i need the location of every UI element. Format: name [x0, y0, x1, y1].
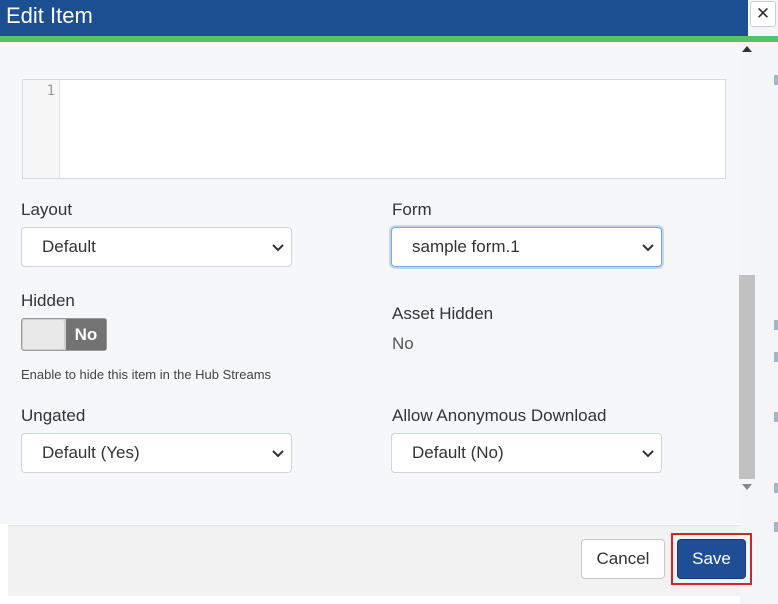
form-label: Form — [392, 200, 432, 219]
chevron-down-icon — [641, 445, 655, 459]
background-fragment — [774, 522, 778, 532]
background-fragment — [774, 352, 778, 362]
scroll-up-arrow-icon[interactable] — [742, 46, 752, 52]
save-button[interactable]: Save — [677, 539, 746, 579]
chevron-down-icon — [271, 445, 285, 459]
close-button[interactable]: ✕ — [750, 1, 776, 27]
hidden-label: Hidden — [21, 291, 75, 310]
hidden-toggle[interactable]: No — [21, 318, 107, 351]
line-number: 1 — [46, 83, 55, 99]
ungated-select[interactable]: Default (Yes) — [21, 433, 292, 473]
layout-label: Layout — [21, 200, 73, 219]
ungated-label: Ungated — [21, 406, 86, 425]
asset-hidden-label: Asset Hidden — [392, 304, 494, 323]
dialog-title: Edit Item — [6, 3, 93, 28]
background-fragment — [774, 320, 778, 330]
dialog-header: Edit Item — [0, 0, 748, 36]
chevron-down-icon — [641, 239, 655, 253]
editor-gutter: 1 — [23, 80, 60, 178]
cancel-button[interactable]: Cancel — [581, 539, 665, 579]
dialog-body: 1 Layout Default Form sample form.1 Hidd… — [0, 42, 740, 524]
scroll-down-arrow-icon[interactable] — [742, 484, 752, 490]
toggle-state-label: No — [66, 319, 106, 350]
background-fragment — [774, 412, 778, 422]
anonymous-download-select-value: Default (No) — [412, 443, 504, 462]
code-editor[interactable]: 1 — [22, 79, 726, 179]
ungated-select-value: Default (Yes) — [42, 443, 140, 462]
form-select[interactable]: sample form.1 — [391, 227, 662, 267]
layout-select-value: Default — [42, 237, 96, 256]
scrollbar-thumb[interactable] — [739, 275, 755, 479]
background-fragment — [774, 75, 778, 85]
close-icon: ✕ — [755, 4, 771, 23]
chevron-down-icon — [271, 239, 285, 253]
anonymous-download-select[interactable]: Default (No) — [391, 433, 662, 473]
anonymous-download-label: Allow Anonymous Download — [392, 406, 607, 425]
dialog-scrollbar[interactable] — [738, 42, 756, 500]
asset-hidden-value: No — [392, 334, 414, 353]
hidden-help-text: Enable to hide this item in the Hub Stre… — [21, 367, 272, 382]
form-select-value: sample form.1 — [412, 237, 520, 256]
layout-select[interactable]: Default — [21, 227, 292, 267]
toggle-knob — [23, 320, 64, 349]
background-fragment — [774, 483, 778, 493]
